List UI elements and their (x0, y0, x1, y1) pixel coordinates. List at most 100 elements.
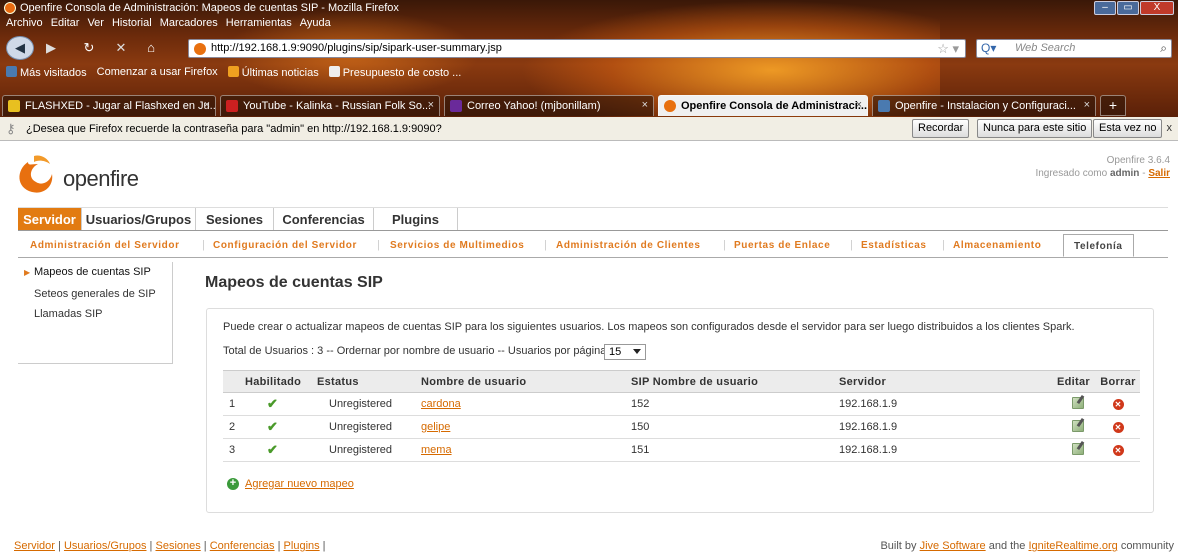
edit-icon[interactable] (1072, 396, 1084, 409)
bookmark-presupuesto[interactable]: Presupuesto de costo ... (328, 65, 461, 79)
tab-close-icon[interactable]: × (428, 99, 434, 111)
sidebar: Mapeos de cuentas SIP Seteos generales d… (18, 262, 173, 364)
enabled-check-icon: ✔ (245, 438, 317, 462)
menu-archivo[interactable]: Archivo (6, 17, 43, 33)
home-icon[interactable]: ⌂ (140, 37, 162, 59)
footer-link-conferencias[interactable]: Conferencias (210, 540, 275, 552)
search-go-icon[interactable]: ⌕ (1160, 41, 1167, 56)
footer-link-usuarios-grupos[interactable]: Usuarios/Grupos (64, 540, 147, 552)
server-cell: 192.168.1.9 (839, 392, 1039, 416)
footer-link-servidor[interactable]: Servidor (14, 540, 55, 552)
subtab-configuracion-servidor[interactable]: Configuración del Servidor (213, 240, 357, 251)
page-description: Puede crear o actualizar mapeos de cuent… (223, 321, 1075, 333)
navigation-toolbar: ◀ ▶ ↻ ✕ ⌂ http://192.168.1.9:9090/plugin… (0, 35, 1178, 61)
col-number (223, 370, 245, 393)
openfire-icon (664, 100, 676, 112)
stop-icon[interactable]: ✕ (110, 37, 132, 59)
key-icon: ⚷ (6, 121, 16, 136)
remember-button[interactable]: Recordar (912, 119, 970, 138)
tab-yahoo-mail[interactable]: Correo Yahoo! (mjbonillam) × (444, 95, 654, 116)
rss-icon (227, 65, 239, 77)
minimize-button[interactable]: – (1094, 1, 1116, 15)
tab-close-icon[interactable]: × (1084, 99, 1090, 111)
username-link[interactable]: cardona (421, 398, 461, 410)
delete-icon[interactable]: ✕ (1112, 399, 1124, 410)
edit-icon[interactable] (1072, 419, 1084, 432)
main-nav: Servidor Usuarios/Grupos Sesiones Confer… (18, 207, 1168, 231)
tab-close-icon[interactable]: × (204, 99, 210, 111)
tab-plugins[interactable]: Plugins (374, 208, 458, 231)
menu-historial[interactable]: Historial (112, 17, 152, 33)
footer-link-sesiones[interactable]: Sesiones (155, 540, 200, 552)
menu-herramientas[interactable]: Herramientas (226, 17, 292, 33)
close-notification-icon[interactable]: x (1167, 122, 1173, 134)
bookmark-mas-visitados[interactable]: Más visitados (6, 65, 87, 79)
flame-logo-icon (19, 155, 53, 193)
back-arrow-icon[interactable]: ◀ (6, 36, 34, 60)
status-cell: Unregistered (317, 415, 421, 439)
subtab-estadisticas[interactable]: Estadísticas (861, 240, 927, 251)
subtab-administracion-servidor[interactable]: Administración del Servidor (30, 240, 180, 251)
tab-openfire-console[interactable]: Openfire Consola de Administraci... × (658, 95, 868, 116)
bookmark-comenzar[interactable]: Comenzar a usar Firefox (97, 66, 218, 78)
subtab-puertas-enlace[interactable]: Puertas de Enlace (734, 240, 830, 251)
username-link[interactable]: gelipe (421, 421, 450, 433)
sip-username-cell: 151 (631, 438, 839, 462)
url-bar[interactable]: http://192.168.1.9:9090/plugins/sip/sipa… (188, 39, 966, 58)
enabled-check-icon: ✔ (245, 415, 317, 439)
forward-arrow-icon[interactable]: ▶ (40, 37, 62, 59)
bookmark-star-icon[interactable]: ☆ ▾ (937, 41, 959, 57)
footer-nav: Servidor | Usuarios/Grupos | Sesiones | … (14, 540, 326, 552)
search-engine-icon[interactable]: Q▾ (981, 41, 996, 55)
tab-sesiones[interactable]: Sesiones (196, 208, 274, 231)
tab-flashxed[interactable]: FLASHXED - Jugar al Flashxed en Ju... × (2, 95, 216, 116)
tab-conferencias[interactable]: Conferencias (274, 208, 374, 231)
ignite-realtime-link[interactable]: IgniteRealtime.org (1028, 540, 1117, 552)
tab-youtube[interactable]: YouTube - Kalinka - Russian Folk So... × (220, 95, 440, 116)
delete-icon[interactable]: ✕ (1112, 422, 1124, 433)
new-tab-button[interactable]: + (1100, 95, 1126, 116)
subtab-almacenamiento[interactable]: Almacenamiento (953, 240, 1041, 251)
logout-link[interactable]: Salir (1148, 168, 1170, 179)
tab-servidor[interactable]: Servidor (18, 208, 82, 231)
bookmark-ultimas-noticias[interactable]: Últimas noticias (227, 65, 319, 79)
sub-nav: Administración del Servidor | Configurac… (18, 234, 1168, 258)
col-editar: Editar (1039, 370, 1096, 393)
logo-wordmark: openfire (63, 166, 139, 191)
search-bar[interactable]: Q▾ Web Search ⌕ (976, 39, 1172, 58)
menu-ver[interactable]: Ver (87, 17, 104, 33)
sidebar-item-llamadas[interactable]: Llamadas SIP (34, 308, 102, 320)
jive-software-link[interactable]: Jive Software (920, 540, 986, 552)
menu-editar[interactable]: Editar (51, 17, 80, 33)
sip-username-cell: 152 (631, 392, 839, 416)
menu-ayuda[interactable]: Ayuda (300, 17, 331, 33)
youtube-icon (226, 100, 238, 112)
url-text: http://192.168.1.9:9090/plugins/sip/sipa… (211, 42, 502, 54)
subtab-administracion-clientes[interactable]: Administración de Clientes (556, 240, 701, 251)
edit-icon[interactable] (1072, 442, 1084, 455)
tab-close-icon[interactable]: × (642, 99, 648, 111)
reload-icon[interactable]: ↻ (78, 37, 100, 59)
col-borrar: Borrar (1096, 370, 1140, 393)
sidebar-item-mapeos[interactable]: Mapeos de cuentas SIP (34, 266, 151, 278)
tab-close-icon[interactable]: × (856, 99, 862, 111)
close-window-button[interactable]: X (1140, 1, 1174, 15)
maximize-button[interactable]: ▭ (1117, 1, 1139, 15)
subtab-servicios-multimedios[interactable]: Servicios de Multimedios (390, 240, 524, 251)
menu-marcadores[interactable]: Marcadores (160, 17, 218, 33)
add-icon[interactable]: + (227, 478, 239, 490)
sub-nav-separator: | (850, 239, 853, 251)
page-title: Mapeos de cuentas SIP (205, 274, 383, 291)
tab-usuarios-grupos[interactable]: Usuarios/Grupos (82, 208, 196, 231)
subtab-telefonia[interactable]: Telefonía (1063, 234, 1134, 257)
tab-openfire-install[interactable]: Openfire - Instalacion y Configuraci... … (872, 95, 1096, 116)
add-mapping-link[interactable]: Agregar nuevo mapeo (245, 478, 354, 490)
sidebar-item-seteos[interactable]: Seteos generales de SIP (34, 288, 156, 300)
users-per-page-select[interactable]: 15 (604, 344, 646, 360)
footer-link-plugins[interactable]: Plugins (284, 540, 320, 552)
never-for-site-button[interactable]: Nunca para este sitio (977, 119, 1093, 138)
username-link[interactable]: mema (421, 444, 452, 456)
delete-icon[interactable]: ✕ (1112, 445, 1124, 456)
sub-nav-separator: | (723, 239, 726, 251)
not-now-button[interactable]: Esta vez no (1093, 119, 1163, 138)
